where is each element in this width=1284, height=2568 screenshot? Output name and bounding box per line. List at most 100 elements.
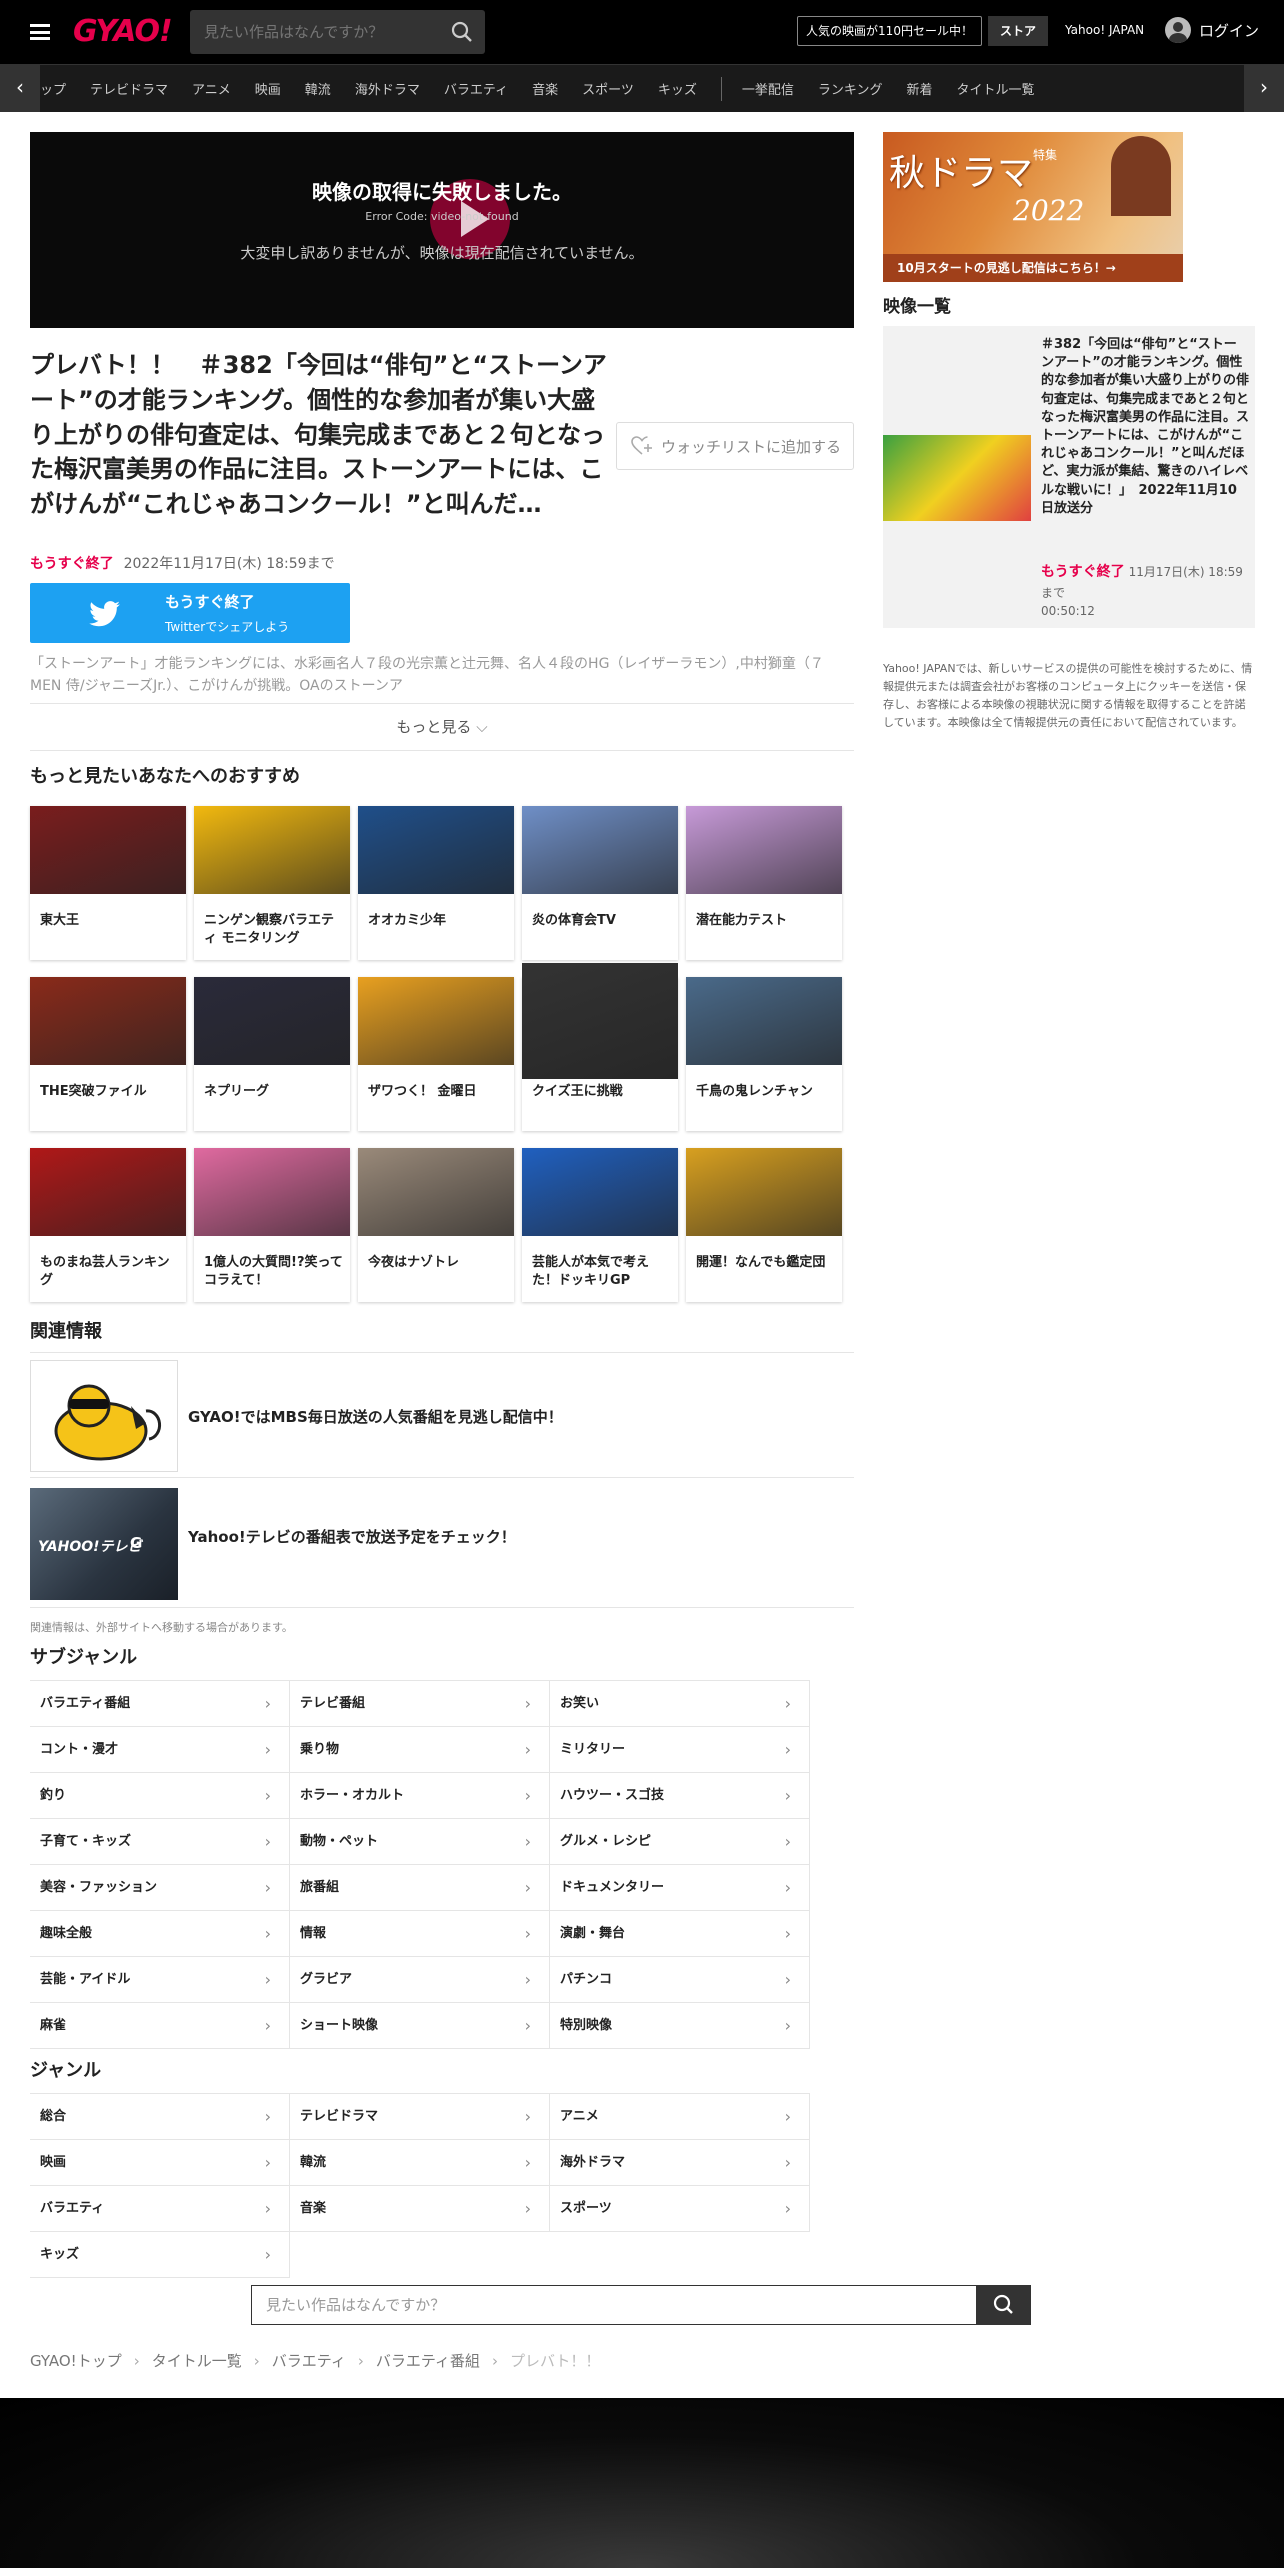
nav-item[interactable]: キッズ	[658, 79, 697, 98]
chevron-right-icon: ›	[784, 1878, 791, 1897]
related-item-yahoo-tv[interactable]: YAHOO!テレビ G Yahoo!テレビの番組表で放送予定をチェック！	[30, 1478, 854, 1608]
program-card[interactable]: ニンゲン観察バラエティ モニタリング	[194, 806, 350, 960]
menu-icon[interactable]	[30, 24, 50, 40]
genre-link[interactable]: アニメ ›	[550, 2094, 810, 2140]
chevron-right-icon: ›	[524, 1878, 531, 1897]
genre-link[interactable]: 韓流 ›	[290, 2140, 550, 2186]
genre-link[interactable]: キッズ ›	[30, 2232, 290, 2278]
program-card[interactable]: ものまね芸人ランキング	[30, 1148, 186, 1302]
program-title: 開運！なんでも鑑定団	[696, 1255, 826, 1270]
program-card[interactable]: ザワつく！ 金曜日	[358, 977, 514, 1131]
genre-link[interactable]: バラエティ ›	[30, 2186, 290, 2232]
nav-right-arrow-icon[interactable]: ›	[1244, 65, 1284, 112]
subgenre-link[interactable]: お笑い ›	[550, 1681, 810, 1727]
nav-divider	[720, 76, 722, 101]
genre-link[interactable]: 映画 ›	[30, 2140, 290, 2186]
nav-item[interactable]: 海外ドラマ	[355, 79, 420, 98]
chevron-right-icon: ›	[264, 2199, 271, 2218]
subgenre-link[interactable]: バラエティ番組 ›	[30, 1681, 290, 1727]
subgenre-link[interactable]: ショート映像 ›	[290, 2003, 550, 2049]
subgenre-link[interactable]: 趣味全般 ›	[30, 1911, 290, 1957]
program-card[interactable]: 1億人の大質問!?笑ってコラえて！	[194, 1148, 350, 1302]
subgenre-link[interactable]: ハウツー・スゴ技 ›	[550, 1773, 810, 1819]
sale-link[interactable]: 人気の映画が110円セール中！	[797, 16, 982, 46]
breadcrumb-item[interactable]: GYAO!トップ	[30, 2350, 122, 2371]
subgenre-link[interactable]: パチンコ ›	[550, 1957, 810, 2003]
nav-item[interactable]: バラエティ	[444, 79, 508, 98]
genre-link[interactable]: 海外ドラマ ›	[550, 2140, 810, 2186]
nav-item[interactable]: タイトル一覧	[957, 79, 1035, 98]
breadcrumb-item[interactable]: バラエティ番組	[376, 2350, 480, 2371]
nav-item[interactable]: スポーツ	[582, 79, 634, 98]
program-card[interactable]: 千鳥の鬼レンチャン	[686, 977, 842, 1131]
subgenre-link[interactable]: 特別映像 ›	[550, 2003, 810, 2049]
subgenre-link[interactable]: 子育て・キッズ ›	[30, 1819, 290, 1865]
global-header: GYAO! 人気の映画が110円セール中！ ストア Yahoo! JAPAN ロ…	[0, 0, 1284, 64]
breadcrumb-item[interactable]: バラエティ	[272, 2350, 346, 2371]
nav-item[interactable]: ップ	[40, 79, 66, 98]
breadcrumb-item[interactable]: タイトル一覧	[152, 2350, 242, 2371]
related-item-mbs[interactable]: GYAO!ではMBS毎日放送の人気番組を見逃し配信中！	[30, 1352, 854, 1478]
subgenre-link[interactable]: ミリタリー ›	[550, 1727, 810, 1773]
nav-item[interactable]: 新着	[906, 79, 932, 98]
bottom-search: 見たい作品はなんですか？	[251, 2285, 1031, 2325]
program-card[interactable]: THE突破ファイル	[30, 977, 186, 1131]
autumn-drama-banner[interactable]: 秋ドラマ 特集 2022 10月スタートの見逃し配信はこちら！→	[883, 132, 1183, 282]
search-input[interactable]	[204, 10, 444, 54]
nav-item[interactable]: ランキング	[818, 79, 883, 98]
user-icon	[1165, 17, 1191, 43]
banner-person-image	[1111, 136, 1171, 216]
nav-left-arrow-icon[interactable]: ‹	[0, 65, 40, 112]
login-button[interactable]: ログイン	[1165, 17, 1259, 43]
program-card[interactable]: ネプリーグ	[194, 977, 350, 1131]
gyao-logo[interactable]: GYAO!	[73, 14, 173, 49]
program-card[interactable]: 炎の体育会TV	[522, 806, 678, 960]
subgenre-link[interactable]: 演劇・舞台 ›	[550, 1911, 810, 1957]
subgenre-link[interactable]: 芸能・アイドル ›	[30, 1957, 290, 2003]
genre-link[interactable]: 音楽 ›	[290, 2186, 550, 2232]
subgenre-link[interactable]: テレビ番組 ›	[290, 1681, 550, 1727]
twitter-share-button[interactable]: もうすぐ終了 Twitterでシェアしよう	[30, 583, 350, 643]
program-card[interactable]: 開運！なんでも鑑定団	[686, 1148, 842, 1302]
program-thumbnail	[30, 806, 186, 894]
program-card[interactable]: クイズ王に挑戦	[522, 963, 678, 1131]
search-icon[interactable]	[451, 21, 473, 43]
genre-link[interactable]: テレビドラマ ›	[290, 2094, 550, 2140]
program-card[interactable]: 今夜はナゾトレ	[358, 1148, 514, 1302]
subgenre-label: パチンコ	[560, 1972, 613, 1987]
program-card[interactable]: オオカミ少年	[358, 806, 514, 960]
subgenre-link[interactable]: 動物・ペット ›	[290, 1819, 550, 1865]
subgenre-link[interactable]: 美容・ファッション ›	[30, 1865, 290, 1911]
store-button[interactable]: ストア	[988, 16, 1048, 46]
genre-link[interactable]: 総合 ›	[30, 2094, 290, 2140]
subgenre-link[interactable]: グルメ・レシピ ›	[550, 1819, 810, 1865]
nav-item[interactable]: 韓流	[305, 79, 331, 98]
show-more-button[interactable]: もっと見る ⌵	[30, 703, 854, 751]
subgenre-link[interactable]: 旅番組 ›	[290, 1865, 550, 1911]
subgenre-link[interactable]: ドキュメンタリー ›	[550, 1865, 810, 1911]
yahoo-japan-link[interactable]: Yahoo! JAPAN	[1065, 23, 1144, 37]
program-card[interactable]: 東大王	[30, 806, 186, 960]
nav-item[interactable]: テレビドラマ	[90, 79, 168, 98]
subgenre-link[interactable]: コント・漫才 ›	[30, 1727, 290, 1773]
video-list-item[interactable]: ＃382「今回は“俳句”と“ストーンアート”の才能ランキング。個性的な参加者が集…	[883, 326, 1255, 628]
nav-item[interactable]: 映画	[255, 79, 281, 98]
video-player[interactable]: 映像の取得に失敗しました。 Error Code: video-not-foun…	[30, 132, 854, 328]
subgenre-link[interactable]: 情報 ›	[290, 1911, 550, 1957]
bottom-search-input[interactable]: 見たい作品はなんですか？	[251, 2285, 976, 2325]
subgenre-link[interactable]: 乗り物 ›	[290, 1727, 550, 1773]
subgenre-link[interactable]: 釣り ›	[30, 1773, 290, 1819]
watchlist-button[interactable]: ウォッチリストに追加する	[616, 422, 854, 470]
subgenre-label: テレビ番組	[300, 1696, 366, 1711]
nav-item[interactable]: アニメ	[192, 79, 231, 98]
program-title: ネプリーグ	[204, 1084, 270, 1099]
subgenre-link[interactable]: 麻雀 ›	[30, 2003, 290, 2049]
program-card[interactable]: 芸能人が本気で考えた！ドッキリGP	[522, 1148, 678, 1302]
subgenre-link[interactable]: ホラー・オカルト ›	[290, 1773, 550, 1819]
subgenre-link[interactable]: グラビア ›	[290, 1957, 550, 2003]
bottom-search-button[interactable]	[976, 2285, 1031, 2325]
nav-item[interactable]: 音楽	[532, 79, 558, 98]
program-card[interactable]: 潜在能力テスト	[686, 806, 842, 960]
nav-item[interactable]: 一挙配信	[742, 79, 794, 98]
genre-link[interactable]: スポーツ ›	[550, 2186, 810, 2232]
